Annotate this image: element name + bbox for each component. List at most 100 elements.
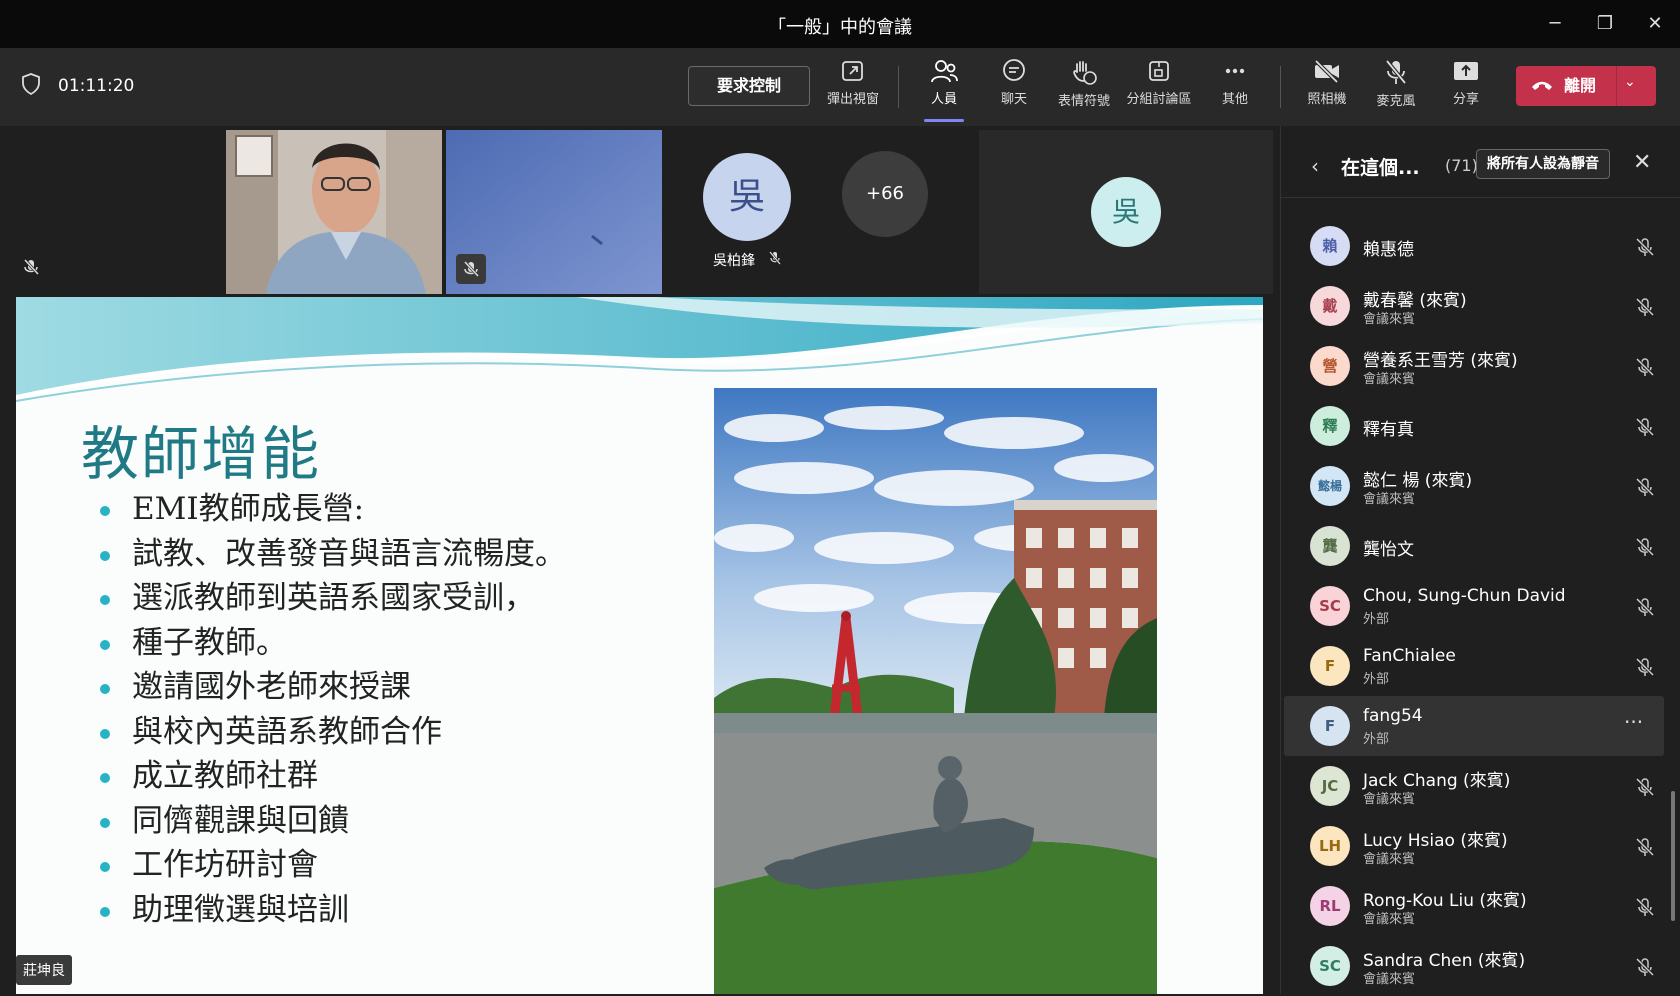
toolbar-divider	[898, 66, 899, 108]
panel-scrollbar[interactable]	[1671, 791, 1675, 921]
mic-off-icon	[16, 252, 46, 282]
participant-role: 會議來賓	[1363, 792, 1416, 807]
participant-mic-off-icon	[1634, 236, 1656, 262]
more-icon	[1225, 68, 1245, 74]
participant-count: (71)	[1445, 156, 1478, 175]
close-window-button[interactable]: ✕	[1643, 12, 1667, 36]
title-bar: 「一般」中的會議 ─ ❐ ✕	[0, 0, 1680, 48]
breakout-rooms-button[interactable]: 分組討論區	[1124, 58, 1194, 118]
participant-avatar-wu[interactable]: 吳	[703, 153, 791, 241]
presenter-name-tag: 莊坤良	[16, 955, 72, 985]
window-title: 「一般」中的會議	[768, 17, 912, 38]
slide-bullet: 種子教師。	[94, 621, 566, 666]
participant-row[interactable]: Ffang54 外部 ···	[1284, 696, 1664, 756]
leave-options-chevron-icon[interactable]: ⌄	[1624, 74, 1636, 90]
participant-row[interactable]: 戴戴春馨 (來賓) 會議來賓	[1284, 276, 1664, 336]
participant-name: FanChialee	[1363, 646, 1456, 666]
video-tile-2[interactable]	[446, 130, 662, 294]
participant-avatar: SC	[1310, 946, 1350, 986]
participant-row[interactable]: JC Jack Chang (來賓) 會議來賓	[1284, 756, 1664, 816]
participant-role: 會議來賓	[1363, 372, 1416, 387]
participant-row[interactable]: SC Chou, Sung-Chun David 外部	[1284, 576, 1664, 636]
participant-role: 外部	[1363, 732, 1390, 747]
more-button[interactable]: 其他	[1200, 58, 1270, 118]
popout-button[interactable]: 彈出視窗	[818, 58, 888, 118]
popout-label: 彈出視窗	[826, 92, 879, 107]
participant-avatar: 懿楊	[1310, 466, 1350, 506]
video-tile-presenter[interactable]	[226, 130, 442, 294]
participant-avatar: 戴	[1310, 286, 1350, 326]
participant-mic-off-icon	[1634, 476, 1656, 502]
more-label: 其他	[1221, 92, 1248, 107]
participant-row[interactable]: 懿楊 懿仁 楊 (來賓) 會議來賓	[1284, 456, 1664, 516]
participant-mic-off-icon	[1634, 896, 1656, 922]
participant-more-options-icon[interactable]: ···	[1624, 710, 1643, 734]
slide-bullet: 與校內英語系教師合作	[94, 710, 566, 755]
participant-row[interactable]: 釋釋有真	[1284, 396, 1664, 456]
participant-name-wu: 吳柏鋒	[713, 253, 755, 269]
participant-avatar: 釋	[1310, 406, 1350, 446]
participant-avatar: RL	[1310, 886, 1350, 926]
slide-bullet: 選派教師到英語系國家受訓，	[94, 576, 566, 621]
leave-button[interactable]: 離開	[1516, 66, 1616, 106]
participant-row[interactable]: F FanChialee 外部	[1284, 636, 1664, 696]
participant-name: Chou, Sung-Chun David	[1363, 586, 1566, 606]
participant-row[interactable]: 賴賴惠德	[1284, 216, 1664, 276]
participant-mic-off-icon	[1634, 416, 1656, 442]
chat-icon	[1003, 59, 1025, 81]
back-chevron-icon[interactable]: ‹	[1311, 154, 1319, 178]
people-button[interactable]: 人員	[909, 58, 979, 122]
participant-row[interactable]: 營營養系王雪芳 (來賓) 會議來賓	[1284, 336, 1664, 396]
minimize-button[interactable]: ─	[1543, 12, 1567, 36]
participant-avatar: 營	[1310, 346, 1350, 386]
slide-bullet: 工作坊研討會	[94, 843, 566, 888]
participant-role: 外部	[1363, 672, 1390, 687]
camera-label: 照相機	[1307, 92, 1347, 107]
video-tile-5[interactable]: 吳	[979, 130, 1273, 294]
participant-avatar: LH	[1310, 826, 1350, 866]
more-participants-button[interactable]: +66	[842, 151, 928, 237]
participant-avatar-wu-2: 吳	[1091, 177, 1161, 247]
mute-all-button[interactable]: 將所有人設為靜音	[1476, 149, 1610, 179]
meeting-toolbar: 01:11:20 要求控制 彈出視窗 人員 聊天 表情符號 分組討論區 其他 照…	[0, 48, 1680, 126]
participant-role: 外部	[1363, 612, 1390, 627]
tile-3-mic-off-icon	[769, 251, 781, 265]
leave-button-group: 離開 ⌄	[1516, 66, 1656, 106]
participant-mic-off-icon	[1634, 656, 1656, 682]
share-button[interactable]: 分享	[1431, 58, 1501, 118]
reactions-button[interactable]: 表情符號	[1049, 58, 1119, 118]
panel-title: 在這個...	[1341, 157, 1420, 179]
participant-name: 釋有真	[1363, 420, 1414, 440]
close-panel-icon[interactable]: ✕	[1633, 150, 1651, 175]
participant-mic-off-icon	[1634, 596, 1656, 622]
share-label: 分享	[1452, 92, 1479, 107]
people-label: 人員	[930, 92, 957, 107]
participant-role: 會議來賓	[1363, 492, 1416, 507]
participant-mic-off-icon	[1634, 836, 1656, 862]
participants-panel: ‹ 在這個... (71) 將所有人設為靜音 ✕ 賴賴惠德戴戴春馨 (來賓) 會議…	[1280, 126, 1680, 994]
mic-button[interactable]: 麥克風	[1361, 58, 1431, 118]
request-control-button[interactable]: 要求控制	[688, 66, 810, 106]
participant-role: 會議來賓	[1363, 852, 1416, 867]
popout-icon	[842, 61, 863, 81]
chat-button[interactable]: 聊天	[979, 58, 1049, 118]
participant-avatar: JC	[1310, 766, 1350, 806]
chat-label: 聊天	[1000, 92, 1027, 107]
participant-name: fang54	[1363, 706, 1423, 726]
participant-mic-off-icon	[1634, 776, 1656, 802]
participant-mic-off-icon	[1634, 536, 1656, 562]
slide-title: 教師增能	[81, 420, 322, 488]
participant-row[interactable]: LH Lucy Hsiao (來賓) 會議來賓	[1284, 816, 1664, 876]
breakout-label: 分組討論區	[1126, 92, 1192, 107]
slide-bullet: 邀請國外老師來授課	[94, 665, 566, 710]
participant-name: 賴惠德	[1363, 240, 1414, 260]
participant-row[interactable]: RL Rong-Kou Liu (來賓) 會議來賓	[1284, 876, 1664, 936]
panel-header: ‹ 在這個... (71) 將所有人設為靜音 ✕	[1281, 126, 1680, 198]
participant-avatar: 龔	[1310, 526, 1350, 566]
maximize-button[interactable]: ❐	[1593, 12, 1617, 36]
slide-bullet: 試教、改善發音與語言流暢度。	[94, 532, 566, 577]
participant-row[interactable]: SC Sandra Chen (來賓) 會議來賓	[1284, 936, 1664, 996]
participant-role: 會議來賓	[1363, 312, 1416, 327]
participant-row[interactable]: 龔龔怡文	[1284, 516, 1664, 576]
camera-button[interactable]: 照相機	[1292, 58, 1362, 118]
